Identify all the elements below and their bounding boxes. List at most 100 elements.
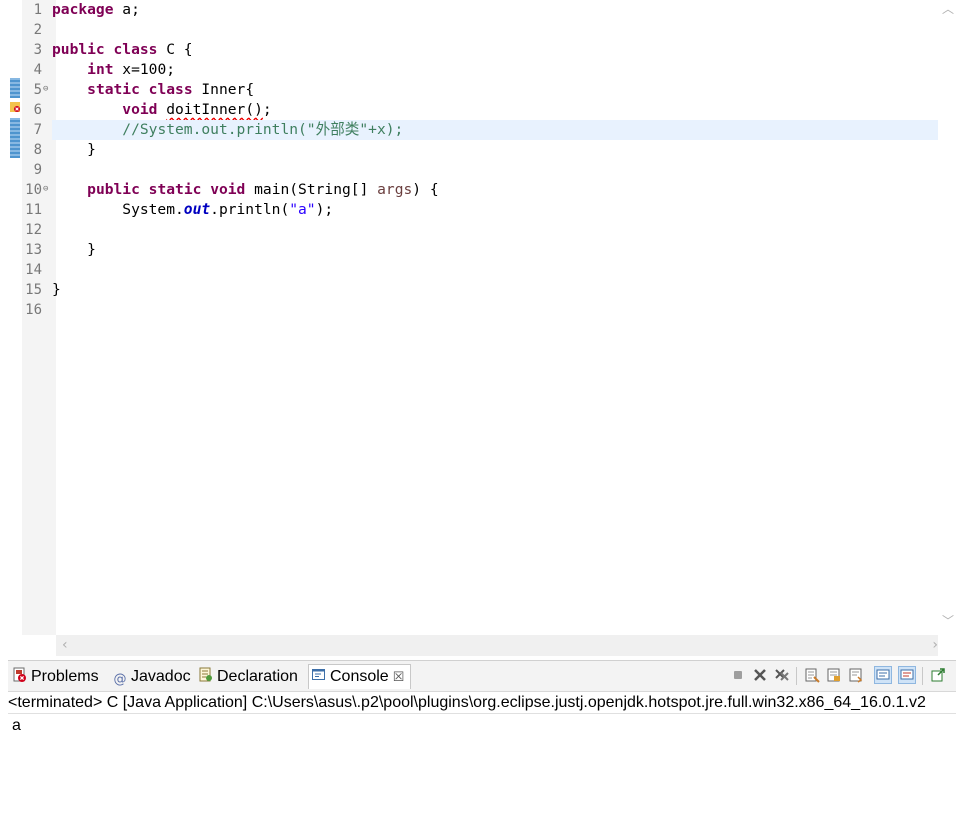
tab-problems-label: Problems [31,668,99,685]
java-editor[interactable]: 1 package a; 2 3 public class C {4 int x=100… [8,0,956,656]
tab-console[interactable]: Console ☒ [308,664,412,689]
code-token: } [52,141,96,158]
fold-collapse-icon[interactable]: ⊖ [43,84,48,94]
code-line[interactable]: 9 [8,160,938,180]
pin-console-icon[interactable] [930,667,946,683]
line-number: 13 [25,242,42,258]
code-text: public class C { [52,40,193,60]
code-token: out [183,201,211,218]
code-token: package [52,1,114,18]
remove-launch-icon[interactable] [752,667,768,683]
code-token: void [122,101,158,118]
code-line[interactable]: 4 int x=100; [8,60,938,80]
code-line[interactable]: 16 [8,300,938,320]
line-number: 6 [33,102,42,118]
code-token: int [87,61,114,78]
tab-declaration-label: Declaration [217,668,298,685]
line-number: 1 [33,2,42,18]
code-token: Inner{ [192,81,255,98]
code-token: //System.out.println("外部类"+x); [122,121,404,138]
line-number: 11 [25,202,42,218]
line-number: 5 [33,82,42,98]
code-token: main(String[] [245,181,378,198]
code-line[interactable]: 3 public class C { [8,40,938,60]
code-text: package a; [52,0,140,20]
code-line[interactable]: 6 void doitInner(); [8,100,938,120]
toolbar-separator [796,667,797,685]
code-token: public [52,41,105,58]
code-text: //System.out.println("外部类"+x); [52,120,403,140]
console-launch-description: <terminated> C [Java Application] C:\Use… [8,692,956,714]
show-on-stdout-icon[interactable] [874,666,892,684]
tab-problems[interactable]: Problems [12,665,99,689]
scroll-lock-icon[interactable] [826,667,842,683]
line-number: 10 [25,182,42,198]
code-token: public [87,181,140,198]
code-token: C { [157,41,193,58]
scroll-right-icon[interactable]: › [932,637,938,653]
scroll-down-icon[interactable]: ﹀ [942,612,954,629]
fold-collapse-icon[interactable]: ⊖ [43,184,48,194]
tab-javadoc[interactable]: @ Javadoc [112,665,191,689]
line-number: 3 [33,42,42,58]
line-number: 12 [25,222,42,238]
line-number: 15 [25,282,42,298]
word-wrap-icon[interactable] [848,667,864,683]
code-token: a; [113,1,140,18]
code-token: } [52,281,61,298]
code-line[interactable]: 8 } [8,140,938,160]
code-token: ) { [412,181,439,198]
code-line[interactable]: 1 package a; [8,0,938,20]
code-token: class [148,81,193,98]
remove-all-terminated-icon[interactable] [774,667,790,683]
code-line[interactable]: 2 [8,20,938,40]
code-token: class [113,41,158,58]
code-token: args [377,181,413,198]
close-icon[interactable]: ☒ [393,669,405,684]
console-output[interactable]: a [12,717,21,735]
code-text: } [52,280,61,300]
code-line[interactable]: 7 //System.out.println("外部类"+x); [34,120,938,140]
code-line[interactable]: 15} [8,280,938,300]
scroll-up-icon[interactable]: ︿ [942,0,954,17]
code-text: public static void main(String[] args) { [52,180,439,200]
scroll-left-icon[interactable]: ‹ [62,637,68,653]
console-panel: Problems @ Javadoc Declaration Console ☒ [8,660,956,819]
show-on-stderr-icon[interactable] [898,666,916,684]
code-line[interactable]: 10 ⊖ public static void main(String[] arg… [8,180,938,200]
console-icon [312,669,325,680]
code-line[interactable]: 13 } [8,240,938,260]
declaration-icon [199,667,212,682]
code-line[interactable]: 5 ⊖ static class Inner{ [8,80,938,100]
code-token: static [148,181,202,198]
tab-declaration[interactable]: Declaration [198,665,298,689]
code-token: "a" [289,201,316,218]
code-token: .println( [210,201,290,218]
line-number: 4 [33,62,42,78]
problems-icon [13,667,26,682]
code-token: } [52,241,96,258]
javadoc-at-icon: @ [113,672,127,687]
code-token: doitInner() [166,101,263,118]
code-text: } [52,240,96,260]
code-token: ); [315,201,334,218]
code-token: x=100; [113,61,176,78]
code-line[interactable]: 14 [8,260,938,280]
code-token: ; [262,101,272,118]
code-text: } [52,140,96,160]
code-line[interactable]: 11 System.out.println("a"); [8,200,938,220]
terminate-icon[interactable] [730,667,746,683]
clear-console-icon[interactable] [804,667,820,683]
line-number: 16 [25,302,42,318]
code-line[interactable]: 12 [8,220,938,240]
tab-javadoc-label: Javadoc [131,668,191,685]
horizontal-scrollbar[interactable]: ‹ › [56,635,938,656]
line-number: 8 [33,142,42,158]
